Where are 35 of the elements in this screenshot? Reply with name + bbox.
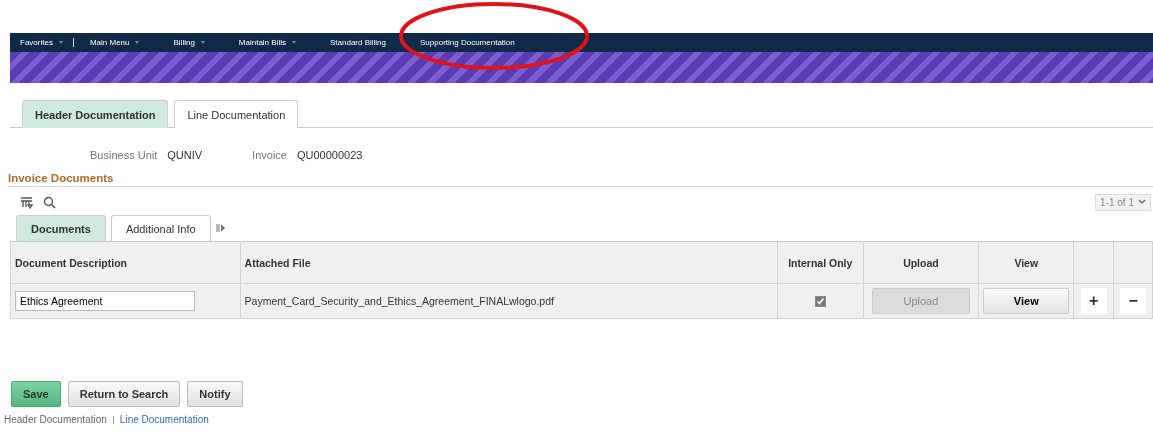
section-title: Invoice Documents bbox=[8, 172, 1153, 187]
delete-row-button[interactable]: − bbox=[1120, 288, 1147, 314]
action-button[interactable]: Return to Search bbox=[67, 381, 181, 407]
field-value: QUNIV bbox=[167, 149, 203, 161]
page-tab[interactable]: Header Documentation bbox=[22, 100, 169, 128]
column-header: Upload bbox=[863, 241, 979, 284]
field-label: Business Unit bbox=[90, 149, 158, 161]
footer-link[interactable]: Header Documentation bbox=[4, 414, 107, 425]
column-header: Document Description bbox=[10, 241, 241, 284]
breadcrumb-link[interactable]: Maintain Bills bbox=[228, 38, 320, 47]
add-row-button[interactable]: + bbox=[1080, 288, 1107, 314]
action-button[interactable]: Notify bbox=[187, 381, 243, 407]
chevron-down-icon bbox=[1138, 199, 1146, 205]
internal-only-checkbox[interactable] bbox=[814, 296, 826, 308]
breadcrumb-link[interactable]: Standard Billing bbox=[319, 38, 410, 47]
footer-link[interactable]: Line Documentation bbox=[119, 414, 209, 425]
personalize-grid-icon[interactable] bbox=[20, 195, 33, 209]
view-button[interactable]: View bbox=[983, 288, 1070, 314]
column-header: Attached File bbox=[240, 241, 778, 284]
column-header: Internal Only bbox=[777, 241, 864, 284]
field-value: QU00000023 bbox=[296, 149, 363, 161]
table-cell: Payment_Card_Security_and_Ethics_Agreement_FINALwlogo.pdf bbox=[244, 295, 554, 307]
field-label: Invoice bbox=[252, 149, 287, 161]
column-header: View bbox=[978, 241, 1074, 284]
breadcrumb-link[interactable]: Supporting Documentation bbox=[410, 38, 539, 47]
grid-tab[interactable]: Documents bbox=[16, 215, 106, 241]
breadcrumb-link[interactable]: Main Menu bbox=[79, 38, 164, 47]
grid-tab[interactable]: Additional Info bbox=[110, 215, 211, 241]
breadcrumb-link[interactable]: Billing bbox=[163, 38, 229, 47]
action-button[interactable]: Save bbox=[11, 381, 61, 407]
page-tab[interactable]: Line Documentation bbox=[174, 100, 299, 128]
show-all-columns-icon[interactable] bbox=[215, 223, 225, 233]
breadcrumb-link[interactable]: Favorites bbox=[10, 38, 74, 47]
description-field[interactable]: Ethics Agreement bbox=[15, 291, 195, 311]
search-icon[interactable] bbox=[43, 195, 56, 209]
